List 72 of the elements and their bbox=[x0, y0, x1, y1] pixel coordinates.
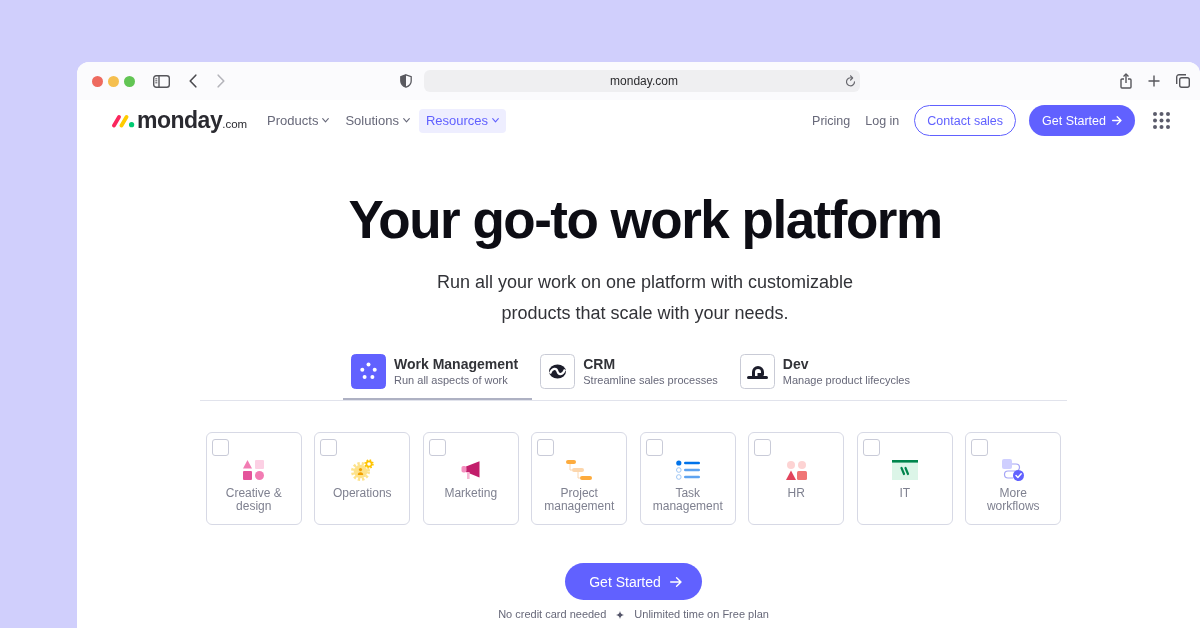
get-started-button[interactable]: Get Started bbox=[565, 563, 702, 600]
card-label: Creative & design bbox=[224, 487, 283, 513]
chevron-right-icon[interactable] bbox=[217, 74, 225, 88]
megaphone-icon bbox=[461, 461, 481, 479]
caret-down-icon bbox=[402, 118, 410, 123]
checkbox[interactable] bbox=[645, 439, 663, 456]
checkbox[interactable] bbox=[971, 439, 989, 456]
workflow-card[interactable]: IT bbox=[856, 432, 953, 525]
product-tab[interactable]: Dev Manage product lifecycles bbox=[731, 354, 924, 400]
logo-wordmark[interactable]: monday bbox=[137, 107, 223, 134]
tabs-icon[interactable] bbox=[1176, 74, 1190, 88]
workflow-card[interactable]: HR bbox=[748, 432, 845, 525]
card-label: Task management bbox=[651, 487, 724, 513]
note-text: Unlimited time on Free plan bbox=[634, 608, 769, 621]
card-label: Marketing bbox=[443, 487, 499, 500]
nav-menu-item[interactable]: Solutions bbox=[338, 108, 417, 133]
note-text: No credit card needed bbox=[498, 608, 607, 621]
workflow-card[interactable]: More workflows bbox=[965, 432, 1062, 525]
card-label: More workflows bbox=[985, 487, 1041, 513]
checkbox[interactable] bbox=[537, 439, 555, 456]
contact-sales-button[interactable]: Contact sales bbox=[914, 105, 1017, 136]
product-tab[interactable]: Work Management Run all aspects of work bbox=[343, 354, 533, 400]
caret-down-icon bbox=[492, 118, 500, 123]
shield-icon[interactable] bbox=[400, 74, 412, 88]
shapes-icon bbox=[243, 460, 265, 480]
arrow-right-icon bbox=[669, 576, 682, 587]
share-icon[interactable] bbox=[1120, 73, 1132, 89]
checkbox[interactable] bbox=[862, 439, 880, 456]
logo-suffix[interactable]: .com bbox=[222, 118, 248, 130]
app-window-icon bbox=[891, 460, 918, 480]
nav-link[interactable]: Log in bbox=[865, 113, 900, 128]
product-tab[interactable]: CRM Streamline sales processes bbox=[532, 354, 732, 400]
sparkle-icon bbox=[616, 610, 625, 619]
nav-menu-item[interactable]: Products bbox=[260, 108, 337, 133]
gears-icon bbox=[350, 459, 374, 481]
workflow-icon bbox=[1002, 459, 1025, 481]
checkbox[interactable] bbox=[428, 439, 446, 456]
logo-icon[interactable] bbox=[112, 113, 135, 128]
checkbox[interactable] bbox=[320, 439, 338, 456]
gantt-bars-icon bbox=[566, 460, 593, 480]
nav-menu-item[interactable]: Resources bbox=[418, 108, 507, 133]
sidebar-icon[interactable] bbox=[153, 74, 170, 88]
reload-icon[interactable] bbox=[845, 75, 856, 87]
plus-icon[interactable] bbox=[1148, 75, 1160, 87]
card-label: HR bbox=[786, 487, 806, 500]
hero-title: Your go-to work platform bbox=[347, 190, 943, 250]
loop-icon bbox=[739, 354, 775, 389]
hero-subtitle: Run all your work on one platform with customizable products that scale with your needs. bbox=[435, 271, 855, 325]
swirl-icon bbox=[540, 354, 576, 389]
zoom-window-icon[interactable] bbox=[124, 75, 135, 87]
dots-icon bbox=[351, 354, 387, 389]
arrow-right-icon bbox=[1112, 116, 1122, 125]
address-bar[interactable]: monday.com bbox=[424, 70, 860, 92]
workflow-card[interactable]: Task management bbox=[639, 432, 736, 525]
card-label: Operations bbox=[331, 487, 393, 500]
workflow-card[interactable]: Marketing bbox=[422, 432, 519, 525]
minimize-window-icon[interactable] bbox=[108, 75, 119, 87]
checklist-icon bbox=[675, 460, 700, 480]
checkbox[interactable] bbox=[211, 439, 229, 456]
nav-link[interactable]: Pricing bbox=[812, 113, 851, 128]
workflow-card[interactable]: Project management bbox=[531, 432, 628, 525]
workflow-card[interactable]: Creative & design bbox=[205, 432, 302, 525]
checkbox[interactable] bbox=[754, 439, 772, 456]
people-icon bbox=[785, 460, 807, 480]
close-window-icon[interactable] bbox=[92, 75, 103, 87]
grid-icon[interactable] bbox=[1153, 112, 1170, 129]
caret-down-icon bbox=[322, 118, 330, 123]
card-label: IT bbox=[898, 487, 912, 500]
chevron-left-icon[interactable] bbox=[189, 74, 197, 88]
get-started-button[interactable]: Get Started bbox=[1029, 105, 1135, 136]
workflow-card[interactable]: Operations bbox=[314, 432, 411, 525]
card-label: Project management bbox=[543, 487, 616, 513]
